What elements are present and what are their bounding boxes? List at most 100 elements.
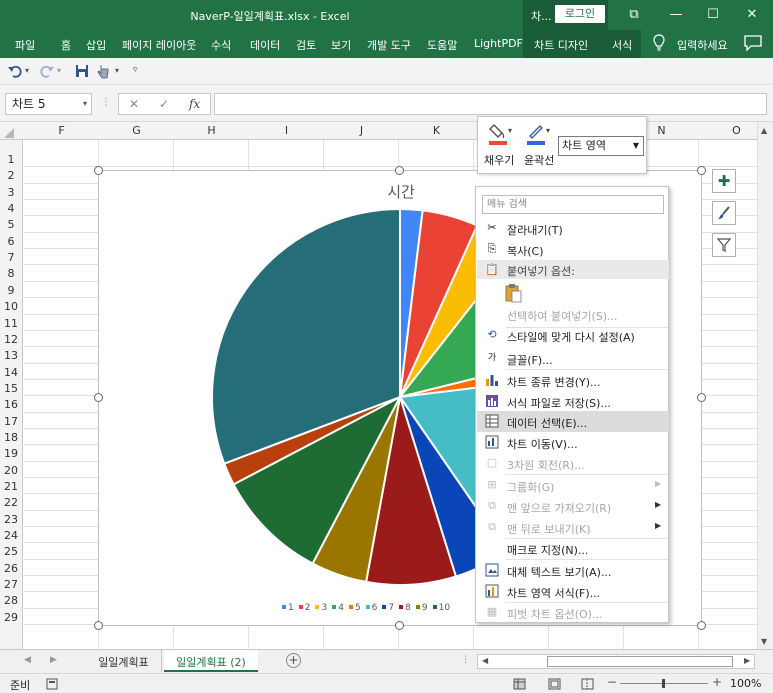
row-header[interactable]: 22 <box>0 496 22 509</box>
chart-legend[interactable]: 1 2 3 4 5 6 7 8 9 10 <box>282 603 455 613</box>
row-header[interactable]: 4 <box>0 202 22 215</box>
menu-search-input[interactable]: 메뉴 검색 <box>482 195 664 214</box>
redo-dropdown-icon[interactable]: ▾ <box>57 66 61 82</box>
menu-item-save-as-template[interactable]: 서식 파일로 저장(S)... <box>477 391 669 412</box>
row-header[interactable]: 6 <box>0 235 22 248</box>
sheet-tab-active[interactable]: 일일계획표 (2) <box>164 650 258 672</box>
menu-item-move-chart[interactable]: 차트 이동(V)... <box>477 432 669 453</box>
row-header[interactable]: 13 <box>0 349 22 362</box>
scroll-thumb[interactable] <box>547 656 733 667</box>
tab-help[interactable]: 도움말 <box>427 37 457 53</box>
menu-item-copy[interactable]: ⎘ 복사(C) <box>477 239 669 260</box>
zoom-level[interactable]: 100% <box>730 677 761 690</box>
column-header[interactable]: I <box>249 124 324 137</box>
row-header[interactable]: 23 <box>0 513 22 526</box>
tab-file[interactable]: 파일 <box>15 37 35 53</box>
tab-chart-design[interactable]: 차트 디자인 <box>534 37 588 53</box>
tab-splitter-icon[interactable]: ⋮ <box>461 655 470 665</box>
row-header[interactable]: 21 <box>0 480 22 493</box>
column-header[interactable]: J <box>324 124 399 137</box>
undo-dropdown-icon[interactable]: ▾ <box>25 66 29 82</box>
tab-page-layout[interactable]: 페이지 레이아웃 <box>122 37 196 53</box>
row-header[interactable]: 10 <box>0 300 22 313</box>
row-header[interactable]: 14 <box>0 366 22 379</box>
column-header[interactable]: G <box>99 124 174 137</box>
legend-item[interactable]: 6 <box>365 603 377 613</box>
chart-styles-button[interactable] <box>712 201 736 225</box>
sheet-tab[interactable]: 일일계획표 <box>86 650 162 672</box>
legend-item[interactable]: 9 <box>415 603 428 613</box>
redo-icon[interactable] <box>40 64 54 78</box>
tab-formulas[interactable]: 수식 <box>211 37 231 53</box>
fill-bucket-icon[interactable]: ▾ <box>488 121 516 147</box>
vertical-scrollbar[interactable]: ▲ ▼ <box>757 122 773 649</box>
menu-item-reset-style[interactable]: ⟲ 스타일에 맞게 다시 설정(A) <box>477 325 669 346</box>
maximize-button[interactable]: ☐ <box>695 0 731 30</box>
menu-item-change-chart-type[interactable]: 차트 종류 변경(Y)... <box>477 370 669 391</box>
close-button[interactable]: ✕ <box>734 0 770 30</box>
legend-item[interactable]: 7 <box>382 603 394 613</box>
legend-item[interactable]: 3 <box>315 603 327 613</box>
row-header[interactable]: 17 <box>0 415 22 428</box>
tab-review[interactable]: 검토 <box>296 37 316 53</box>
chart-elements-button[interactable]: ✚ <box>712 169 736 193</box>
touch-dropdown-icon[interactable]: ▾ <box>115 66 119 82</box>
customize-qat-icon[interactable]: ▿ <box>133 65 138 81</box>
enter-icon[interactable]: ✓ <box>159 97 169 111</box>
resize-handle[interactable] <box>697 166 706 175</box>
menu-item-alt-text[interactable]: 대체 텍스트 보기(A)... <box>477 560 669 581</box>
resize-handle[interactable] <box>395 166 404 175</box>
tab-insert[interactable]: 삽입 <box>86 37 106 53</box>
row-header[interactable]: 5 <box>0 218 22 231</box>
row-header[interactable]: 28 <box>0 594 22 607</box>
row-header[interactable]: 1 <box>0 153 22 166</box>
fill-label[interactable]: 채우기 <box>484 152 514 168</box>
insert-function-icon[interactable]: fx <box>189 97 200 111</box>
page-layout-view-icon[interactable] <box>548 678 561 690</box>
formula-input[interactable] <box>214 93 767 115</box>
menu-item-font[interactable]: 가 글꼴(F)... <box>477 348 669 369</box>
page-break-view-icon[interactable] <box>581 678 594 690</box>
macro-record-icon[interactable] <box>46 678 58 690</box>
row-header[interactable]: 26 <box>0 562 22 575</box>
row-header[interactable]: 2 <box>0 169 22 182</box>
menu-item-assign-macro[interactable]: 매크로 지정(N)... <box>477 538 669 559</box>
scroll-down-icon[interactable]: ▼ <box>761 637 767 646</box>
chevron-down-icon[interactable]: ▼ <box>633 137 639 155</box>
zoom-slider-thumb[interactable] <box>662 679 665 688</box>
name-box[interactable]: 차트 5 ▾ <box>5 93 92 115</box>
resize-handle[interactable] <box>395 621 404 630</box>
prev-sheet-icon[interactable]: ◀ <box>24 655 31 665</box>
row-header[interactable]: 19 <box>0 447 22 460</box>
legend-item[interactable]: 4 <box>332 603 344 613</box>
scroll-right-icon[interactable]: ▶ <box>744 656 750 665</box>
row-header[interactable]: 12 <box>0 333 22 346</box>
zoom-in-icon[interactable]: + <box>712 675 722 689</box>
minimize-button[interactable]: — <box>658 0 694 30</box>
name-box-dropdown-icon[interactable]: ▾ <box>83 94 87 114</box>
row-header[interactable]: 3 <box>0 186 22 199</box>
normal-view-icon[interactable] <box>513 678 526 690</box>
touch-mode-icon[interactable] <box>96 63 110 79</box>
horizontal-scrollbar[interactable]: ◀ ▶ <box>477 654 755 669</box>
resize-handle[interactable] <box>94 393 103 402</box>
save-icon[interactable] <box>75 64 89 78</box>
legend-item[interactable]: 2 <box>298 603 310 613</box>
resize-handle[interactable] <box>697 393 706 402</box>
row-header[interactable]: 25 <box>0 545 22 558</box>
legend-item[interactable]: 8 <box>399 603 411 613</box>
outline-pen-icon[interactable]: ▾ <box>526 121 554 147</box>
zoom-out-icon[interactable]: − <box>607 675 617 689</box>
cancel-icon[interactable]: ✕ <box>129 97 139 111</box>
paste-clipboard-icon[interactable] <box>505 283 523 303</box>
scroll-left-icon[interactable]: ◀ <box>482 656 488 665</box>
formula-splitter-icon[interactable]: ⋮ <box>101 97 111 108</box>
resize-handle[interactable] <box>94 621 103 630</box>
tell-me-input[interactable]: 입력하세요 <box>677 37 728 53</box>
row-header[interactable]: 29 <box>0 611 22 624</box>
tab-data[interactable]: 데이터 <box>250 37 280 53</box>
resize-handle[interactable] <box>94 166 103 175</box>
comments-icon[interactable] <box>744 35 762 51</box>
resize-handle[interactable] <box>697 621 706 630</box>
login-button[interactable]: 로그인 <box>555 5 605 23</box>
